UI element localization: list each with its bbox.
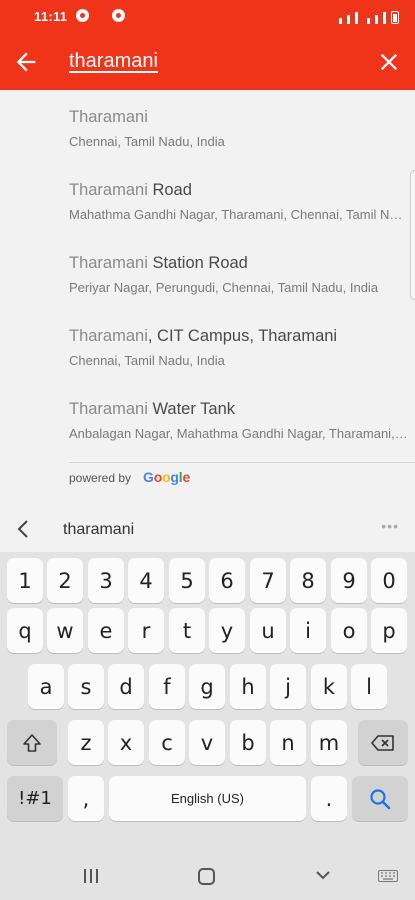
key-m[interactable]: m [311,720,347,765]
key-q[interactable]: q [7,608,43,653]
key-t[interactable]: t [169,608,205,653]
divider [69,462,415,463]
result-title: Tharamani, CIT Campus, Tharamani [69,327,338,345]
key-o[interactable]: o [331,608,367,653]
key-r[interactable]: r [128,608,164,653]
keyboard: 1 2 3 4 5 6 7 8 9 0 q w e r t y u i o p … [0,552,415,850]
key-l[interactable]: l [351,664,387,709]
signal-icon [339,18,342,24]
scrollbar[interactable] [410,170,415,300]
status-icons [339,8,399,24]
search-app-bar: tharamani [0,34,415,90]
keyboard-suggestion-strip: tharamani ••• [0,508,415,552]
result-title: Tharamani Station Road [69,254,248,272]
key-k[interactable]: k [311,664,347,709]
key-6[interactable]: 6 [209,558,245,603]
key-f[interactable]: f [149,664,185,709]
search-results-list: Tharamani Chennai, Tamil Nadu, India Tha… [0,90,415,502]
key-p[interactable]: p [371,608,407,653]
key-u[interactable]: u [250,608,286,653]
result-title: Tharamani [69,108,148,126]
key-n[interactable]: n [270,720,306,765]
recent-apps-icon[interactable] [84,869,98,883]
key-8[interactable]: 8 [290,558,326,603]
shift-arrow-icon [23,733,41,752]
signal-icon [355,12,358,24]
key-3[interactable]: 3 [88,558,124,603]
chevron-left-icon[interactable] [14,518,34,540]
key-e[interactable]: e [88,608,124,653]
comma-key[interactable]: , [68,776,104,821]
key-c[interactable]: c [149,720,185,765]
key-j[interactable]: j [270,664,306,709]
key-b[interactable]: b [230,720,266,765]
key-z[interactable]: z [68,720,104,765]
key-1[interactable]: 1 [7,558,43,603]
key-d[interactable]: d [108,664,144,709]
key-2[interactable]: 2 [47,558,83,603]
period-key[interactable]: . [311,776,347,821]
keyboard-icon[interactable] [378,870,398,882]
powered-by-label: powered by [69,471,132,485]
notification-icon [76,9,89,22]
result-item[interactable]: Tharamani Chennai, Tamil Nadu, India [69,108,411,181]
key-4[interactable]: 4 [128,558,164,603]
key-i[interactable]: i [290,608,326,653]
result-subtitle: Mahathma Gandhi Nagar, Tharamani, Chenna… [69,207,409,222]
key-s[interactable]: s [68,664,104,709]
search-input[interactable]: tharamani [69,50,158,73]
backspace-icon [371,734,394,751]
status-bar: 11:11 [0,0,415,34]
signal-icon [383,12,386,24]
search-key[interactable] [352,776,408,821]
result-subtitle: Anbalagan Nagar, Mahathma Gandhi Nagar, … [69,426,409,441]
battery-icon [391,11,399,24]
key-w[interactable]: w [47,608,83,653]
search-icon [370,788,391,809]
key-h[interactable]: h [230,664,266,709]
key-7[interactable]: 7 [250,558,286,603]
notification-icon [112,9,125,22]
result-item[interactable]: Tharamani, CIT Campus, Tharamani Chennai… [69,327,411,400]
result-title: Tharamani Water Tank [69,400,235,418]
key-x[interactable]: x [108,720,144,765]
suggestion-word[interactable]: tharamani [63,521,134,539]
key-5[interactable]: 5 [169,558,205,603]
signal-icon [375,15,378,24]
home-icon[interactable] [198,868,215,885]
result-subtitle: Chennai, Tamil Nadu, India [69,134,225,149]
signal-icon [367,18,370,24]
result-item[interactable]: Tharamani Road Mahathma Gandhi Nagar, Th… [69,181,411,254]
navigation-bar [0,850,415,900]
chevron-down-icon[interactable] [314,866,332,884]
result-title: Tharamani Road [69,181,192,199]
symbols-key[interactable]: !#1 [7,776,63,821]
google-logo: Google [143,469,191,485]
result-subtitle: Periyar Nagar, Perungudi, Chennai, Tamil… [69,280,379,295]
key-a[interactable]: a [28,664,64,709]
result-subtitle: Chennai, Tamil Nadu, India [69,353,225,368]
back-arrow-icon[interactable] [12,48,40,76]
close-icon[interactable] [375,48,403,76]
signal-icon [347,15,350,24]
backspace-key[interactable] [358,720,408,765]
key-y[interactable]: y [209,608,245,653]
more-options-icon[interactable]: ••• [381,518,399,534]
space-key[interactable]: English (US) [109,776,306,821]
key-v[interactable]: v [189,720,225,765]
key-0[interactable]: 0 [371,558,407,603]
result-item[interactable]: Tharamani Station Road Periyar Nagar, Pe… [69,254,411,327]
status-time: 11:11 [34,9,68,24]
shift-key[interactable] [7,720,57,765]
key-g[interactable]: g [189,664,225,709]
key-9[interactable]: 9 [331,558,367,603]
